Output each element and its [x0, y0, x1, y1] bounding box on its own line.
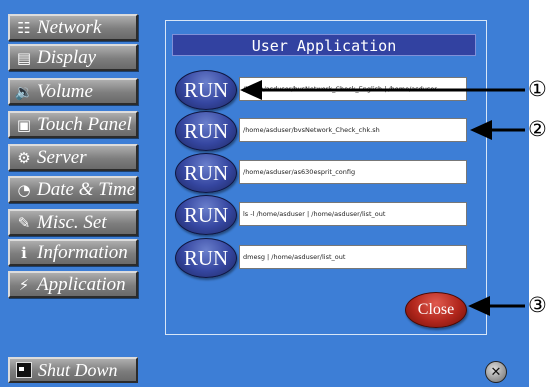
sidebar-item-volume[interactable]: 🔉 Volume	[8, 78, 138, 105]
sidebar-item-information[interactable]: ℹ Information	[8, 239, 138, 266]
server-icon: ⚙	[17, 148, 31, 167]
clock-icon: ◔	[17, 180, 31, 199]
command-field-3[interactable]: /home/asduser/as630esprit_config	[239, 160, 467, 184]
sidebar-item-label: Application	[37, 273, 126, 295]
run-button-5[interactable]: RUN	[175, 238, 237, 278]
callout-3: ③	[528, 293, 547, 317]
power-icon	[16, 362, 32, 378]
lightning-icon: ⚡	[18, 275, 30, 294]
sidebar-item-display[interactable]: ▤ Display	[8, 44, 138, 71]
run-button-1[interactable]: RUN	[175, 70, 237, 110]
close-icon[interactable]: ✕	[485, 361, 507, 383]
command-field-2[interactable]: /home/asduser/bvsNetwork_Check_chk.sh	[239, 118, 467, 142]
callout-1: ①	[528, 77, 547, 101]
touch-panel-icon: ▣	[16, 115, 32, 134]
sidebar-item-date-time[interactable]: ◔ Date & Time	[8, 176, 138, 203]
sidebar-item-label: Misc. Set	[37, 211, 107, 233]
panel-title: User Application	[172, 34, 476, 56]
shut-down-label: Shut Down	[38, 359, 118, 380]
sidebar-item-label: Server	[37, 146, 87, 168]
sidebar-item-touch-panel[interactable]: ▣ Touch Panel	[8, 111, 138, 138]
display-icon: ▤	[16, 48, 32, 67]
sidebar-item-server[interactable]: ⚙ Server	[8, 144, 138, 171]
shut-down-button[interactable]: Shut Down	[8, 357, 138, 383]
touch-screen: ☷ Network ▤ Display 🔉 Volume ▣ Touch Pan…	[0, 0, 529, 387]
sidebar-item-label: Date & Time	[37, 178, 136, 200]
sidebar-item-network[interactable]: ☷ Network	[8, 14, 138, 41]
speaker-icon: 🔉	[14, 82, 34, 101]
sidebar-item-application[interactable]: ⚡ Application	[8, 271, 138, 298]
command-field-5[interactable]: dmesg | /home/asduser/list_out	[239, 245, 467, 269]
sidebar-item-label: Information	[37, 241, 128, 263]
sidebar-item-label: Network	[37, 16, 102, 38]
sidebar-item-label: Touch Panel	[37, 113, 132, 135]
pencil-icon: ✎	[17, 213, 31, 232]
close-button[interactable]: Close	[405, 292, 467, 328]
command-field-1[interactable]: /home/asduser/bvsNetwork_Check_English |…	[239, 77, 467, 101]
run-button-3[interactable]: RUN	[175, 153, 237, 193]
sidebar-item-misc-set[interactable]: ✎ Misc. Set	[8, 209, 138, 236]
callout-2: ②	[528, 117, 547, 141]
network-icon: ☷	[17, 18, 31, 37]
run-button-2[interactable]: RUN	[175, 111, 237, 151]
info-icon: ℹ	[21, 243, 27, 262]
sidebar-item-label: Display	[37, 46, 97, 68]
run-button-4[interactable]: RUN	[175, 195, 237, 235]
command-field-4[interactable]: ls -l /home/asduser | /home/asduser/list…	[239, 202, 467, 226]
sidebar-item-label: Volume	[37, 80, 93, 102]
